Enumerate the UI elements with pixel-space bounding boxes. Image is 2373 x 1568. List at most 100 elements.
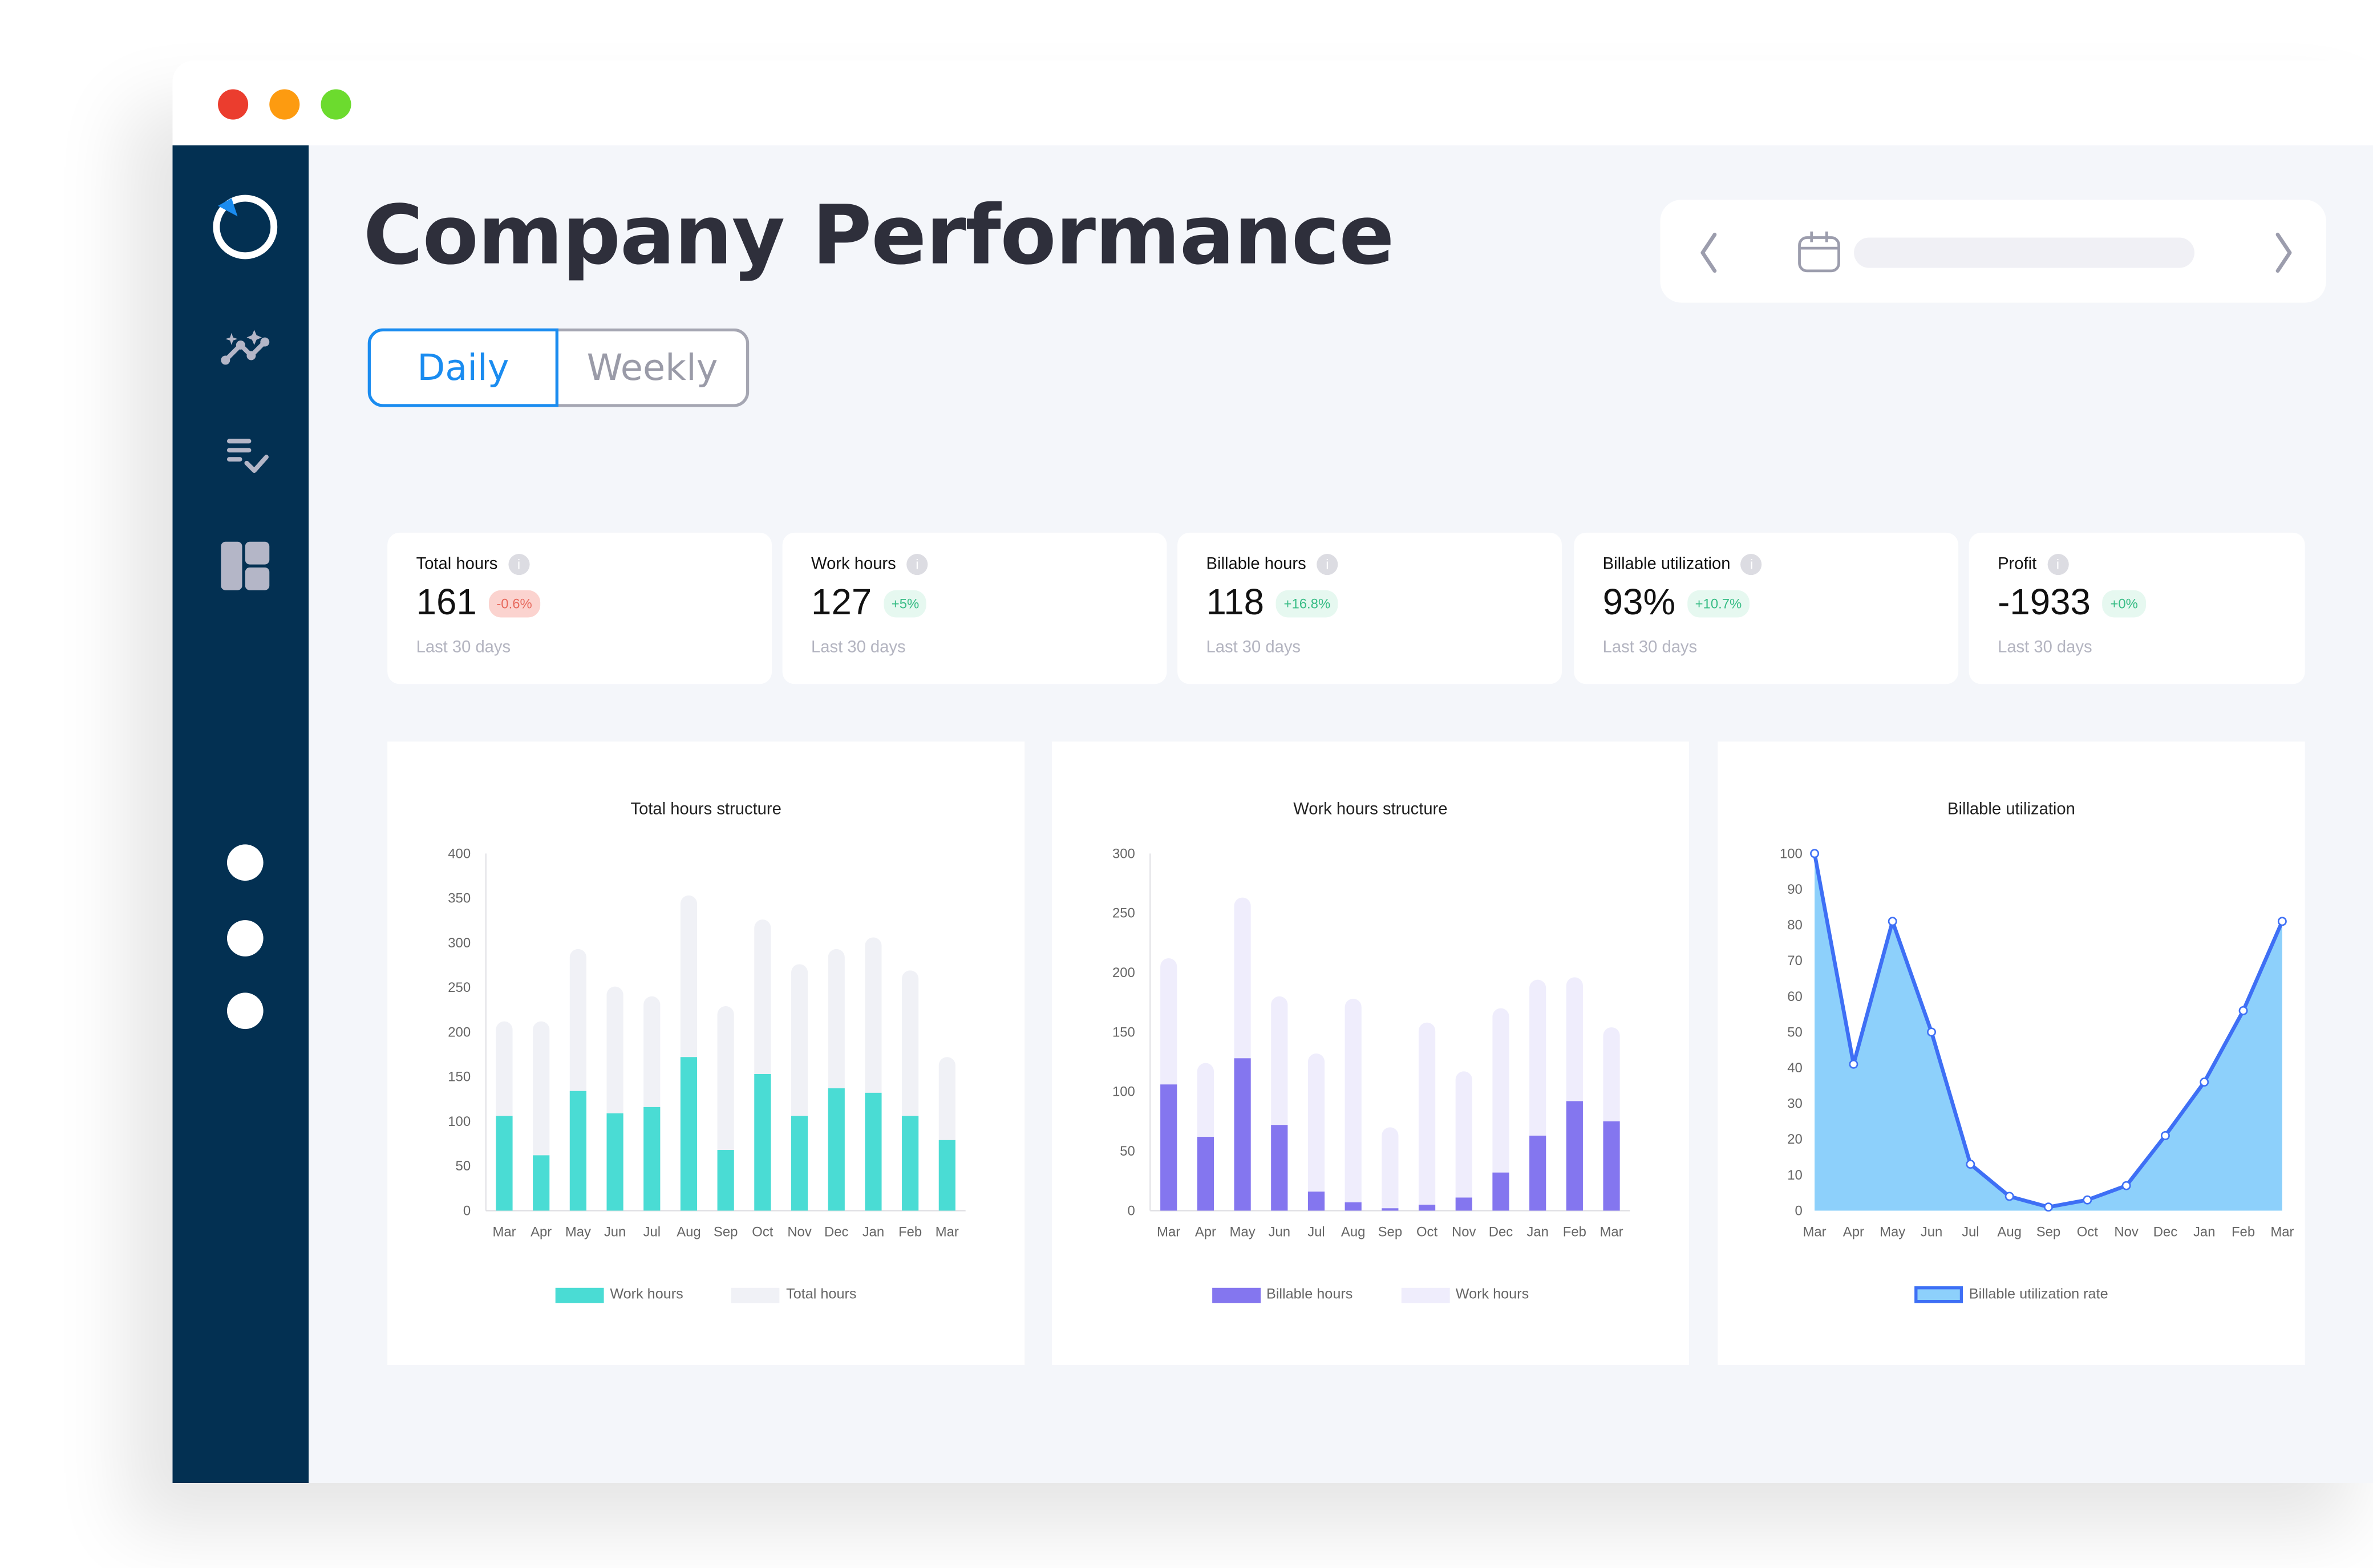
maximize-window-button[interactable] [321, 89, 351, 120]
data-point[interactable] [2277, 917, 2287, 926]
bar-work-hours[interactable] [828, 1088, 845, 1211]
utilization-area [1815, 853, 2282, 1211]
legend-label: Work hours [1455, 1286, 1529, 1303]
close-window-button[interactable] [218, 89, 249, 120]
data-point[interactable] [2200, 1077, 2209, 1087]
bar-billable-hours[interactable] [1234, 1058, 1251, 1211]
x-tick-label: Oct [752, 1225, 773, 1240]
bar-work-hours[interactable] [1382, 1127, 1399, 1211]
logo-icon[interactable] [209, 191, 281, 263]
kpi-card: Billable hours i 118 +16.8% Last 30 days [1177, 532, 1562, 684]
bar-work-hours[interactable] [754, 1073, 771, 1211]
data-point[interactable] [2044, 1202, 2053, 1212]
kpi-value-row: 93% +10.7% [1603, 582, 1750, 625]
sidebar-dot-2[interactable] [226, 920, 264, 957]
app-window: Company Performance Daily Weekly Total h… [172, 60, 2373, 1484]
x-tick-label: Mar [1157, 1225, 1180, 1240]
bar-billable-hours[interactable] [1566, 1101, 1583, 1211]
data-point[interactable] [1849, 1059, 1858, 1069]
dashboard-layout-icon[interactable] [218, 539, 273, 594]
bar-work-hours[interactable] [1455, 1071, 1472, 1211]
bar-work-hours[interactable] [496, 1116, 513, 1211]
chevron-right-icon[interactable] [2269, 230, 2299, 275]
data-point[interactable] [2005, 1192, 2014, 1201]
info-icon[interactable]: i [906, 554, 928, 576]
chevron-left-icon[interactable] [1694, 230, 1724, 275]
bar-billable-hours[interactable] [1418, 1205, 1436, 1211]
info-icon[interactable]: i [2047, 554, 2068, 576]
bar-work-hours[interactable] [680, 1057, 698, 1211]
legend-swatch [1401, 1287, 1450, 1302]
legend-item[interactable]: Work hours [1401, 1286, 1529, 1303]
data-point[interactable] [1966, 1160, 1975, 1169]
bar-work-hours[interactable] [938, 1140, 955, 1211]
info-icon[interactable]: i [1317, 554, 1338, 576]
legend-item[interactable]: Work hours [555, 1286, 683, 1303]
bar-work-hours[interactable] [606, 1113, 623, 1211]
kpi-value-row: -1933 +0% [1998, 582, 2146, 625]
bar-work-hours[interactable] [717, 1150, 734, 1211]
x-tick-label: Feb [1563, 1225, 1586, 1240]
x-tick-label: Jun [604, 1225, 626, 1240]
info-icon[interactable]: i [508, 554, 530, 576]
x-tick-label: Jun [1269, 1225, 1290, 1240]
data-point[interactable] [1888, 917, 1897, 926]
kpi-value: 93% [1602, 582, 1676, 624]
y-tick-label: 50 [1120, 1144, 1135, 1159]
y-tick-label: 10 [1787, 1168, 1803, 1183]
legend-item[interactable]: Total hours [731, 1286, 856, 1303]
y-tick-label: 80 [1787, 918, 1803, 933]
data-point[interactable] [2238, 1006, 2248, 1015]
date-range-field[interactable] [1854, 237, 2194, 268]
x-tick-label: Feb [2232, 1225, 2255, 1240]
bar-billable-hours[interactable] [1160, 1084, 1177, 1211]
sidebar-dot-3[interactable] [226, 992, 264, 1030]
bar-billable-hours[interactable] [1197, 1137, 1214, 1211]
minimize-window-button[interactable] [269, 89, 300, 120]
bar-billable-hours[interactable] [1455, 1197, 1472, 1211]
y-tick-label: 300 [1112, 846, 1135, 861]
data-point[interactable] [1810, 849, 1820, 858]
bar-billable-hours[interactable] [1271, 1125, 1288, 1211]
kpi-card: Profit i -1933 +0% Last 30 days [1969, 532, 2305, 684]
bar-work-hours[interactable] [1345, 998, 1362, 1211]
kpi-period: Last 30 days [1206, 638, 1301, 657]
calendar-icon[interactable] [1796, 230, 1842, 275]
bar-billable-hours[interactable] [1382, 1208, 1399, 1211]
page-title: Company Performance [363, 187, 1395, 283]
toggle-daily[interactable]: Daily [367, 328, 558, 407]
legend-item[interactable]: Billable hours [1212, 1286, 1352, 1303]
legend-item[interactable]: Billable utilization rate [1914, 1286, 2108, 1303]
bar-billable-hours[interactable] [1492, 1172, 1509, 1211]
y-tick-label: 0 [463, 1203, 471, 1218]
bar-billable-hours[interactable] [1345, 1202, 1362, 1211]
bar-work-hours[interactable] [865, 1092, 882, 1211]
x-tick-label: Sep [1378, 1225, 1402, 1240]
bar-work-hours[interactable] [791, 1116, 808, 1211]
data-point[interactable] [2083, 1195, 2092, 1205]
y-tick-label: 20 [1787, 1132, 1803, 1147]
checklist-icon[interactable] [221, 430, 276, 478]
data-point[interactable] [2160, 1131, 2170, 1140]
bar-work-hours[interactable] [1418, 1022, 1436, 1211]
x-tick-label: Sep [714, 1225, 738, 1240]
legend-swatch [731, 1287, 780, 1302]
bar-work-hours[interactable] [902, 1116, 919, 1211]
x-tick-label: Nov [2114, 1225, 2139, 1240]
toggle-weekly[interactable]: Weekly [558, 328, 750, 407]
bar-work-hours[interactable] [643, 1107, 661, 1211]
bar-billable-hours[interactable] [1529, 1135, 1546, 1211]
bar-billable-hours[interactable] [1603, 1121, 1620, 1211]
analytics-sparkle-icon[interactable] [218, 327, 273, 375]
kpi-label-row: Billable hours i [1206, 554, 1338, 576]
data-point[interactable] [2121, 1181, 2131, 1190]
chart-legend: Billable utilization rate [1718, 1286, 2305, 1303]
data-point[interactable] [1927, 1027, 1936, 1037]
bar-work-hours[interactable] [533, 1155, 550, 1211]
info-icon[interactable]: i [1741, 554, 1763, 576]
bar-billable-hours[interactable] [1307, 1192, 1325, 1211]
bar-work-hours[interactable] [1307, 1053, 1325, 1211]
bar-work-hours[interactable] [569, 1091, 586, 1211]
sidebar-dot-1[interactable] [226, 844, 264, 881]
y-tick-label: 300 [448, 935, 471, 951]
